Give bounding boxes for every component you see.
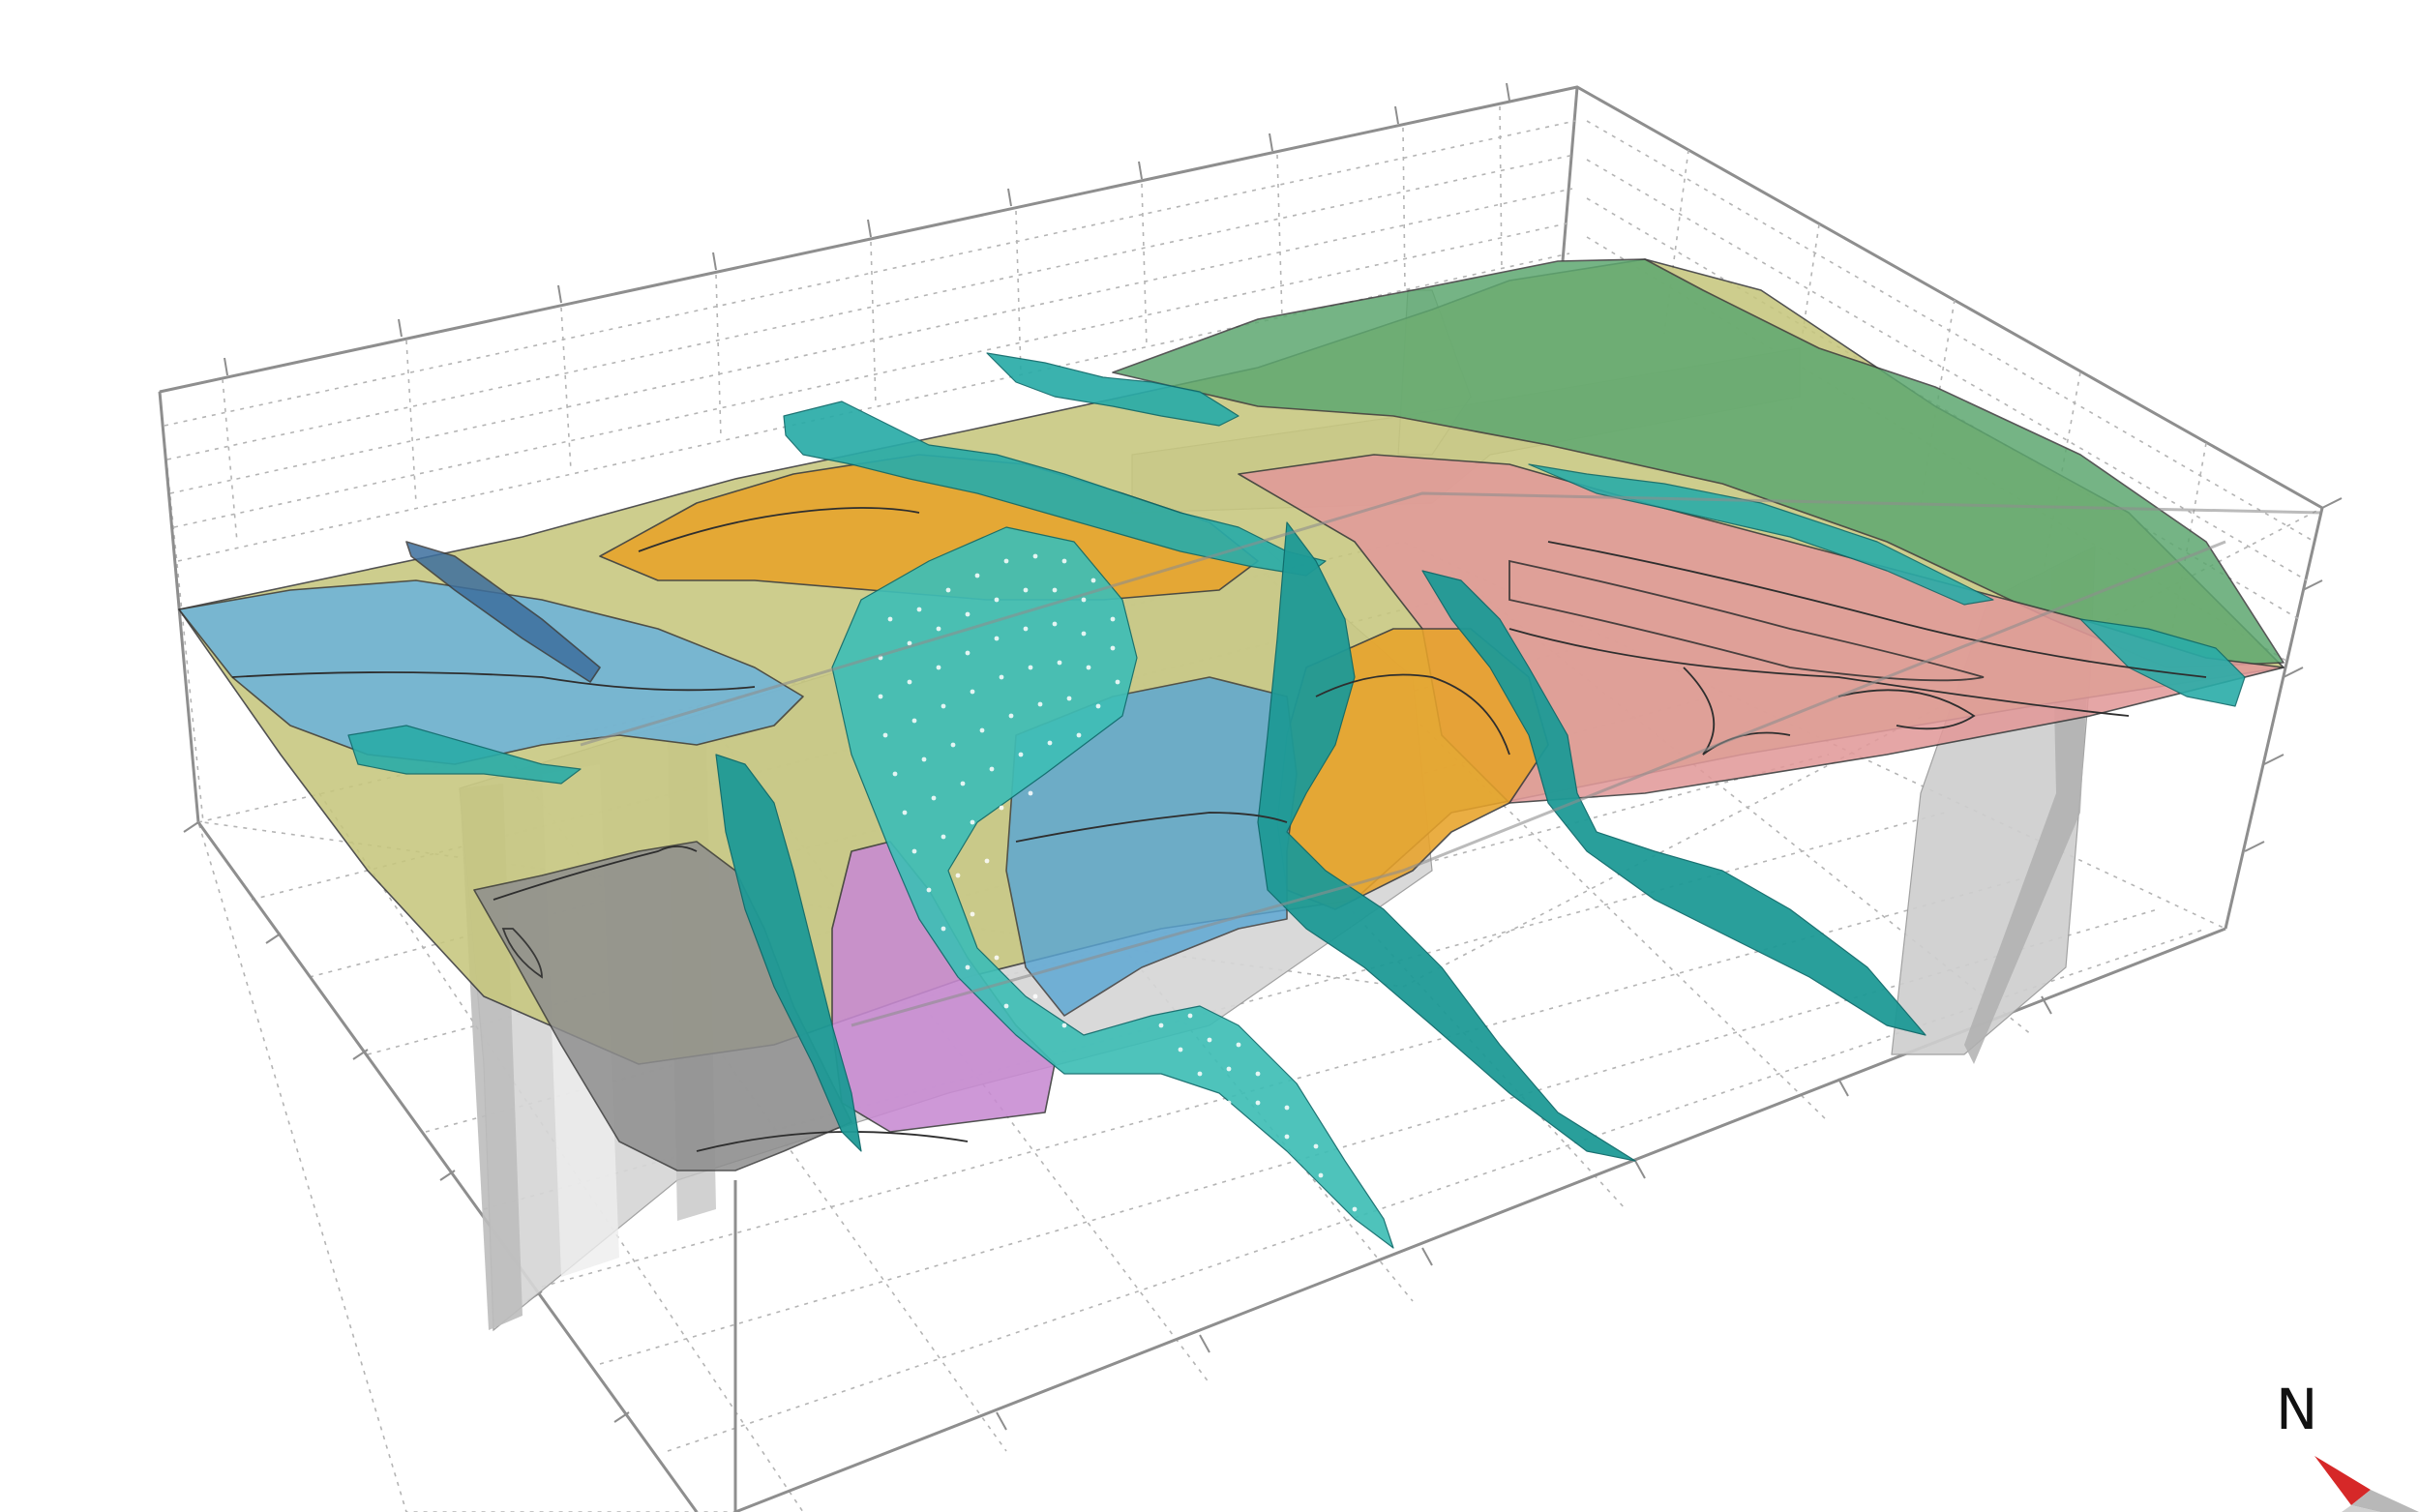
geological-model-scene[interactable] bbox=[0, 0, 2419, 1512]
north-arrow-icon[interactable] bbox=[2303, 1441, 2419, 1512]
3d-geological-model-viewport[interactable]: N bbox=[0, 0, 2419, 1512]
compass-north-label: N bbox=[2276, 1377, 2318, 1442]
